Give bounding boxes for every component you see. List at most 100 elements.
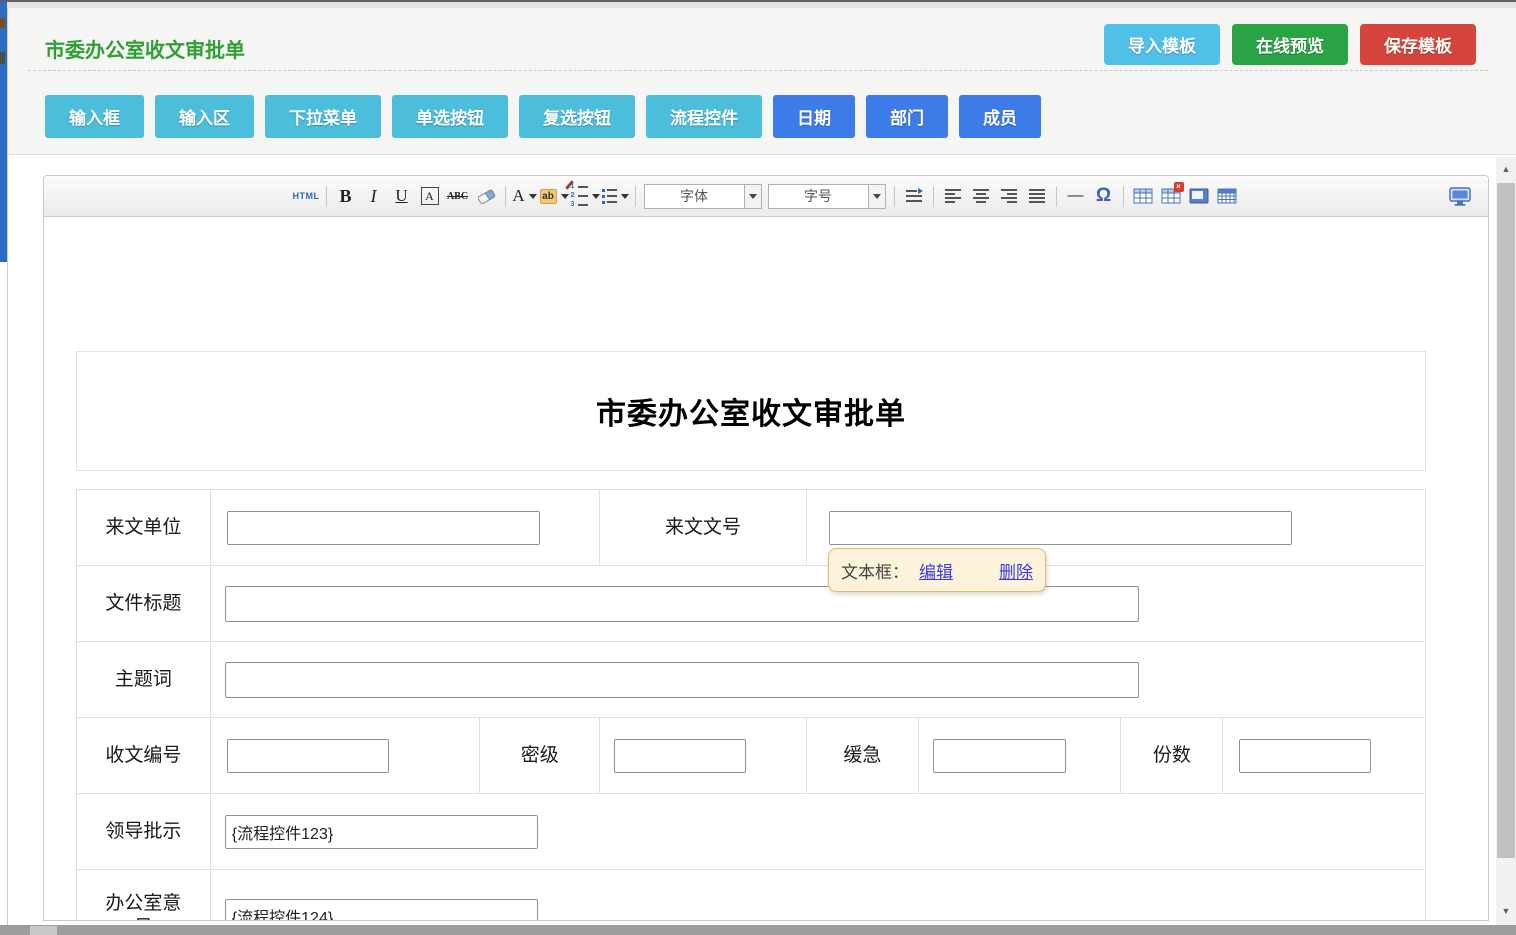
- list-number: 3: [571, 202, 576, 208]
- tooltip-delete-link[interactable]: 删除: [999, 558, 1033, 583]
- toolbar-separator: [894, 186, 895, 207]
- input-cell: [918, 718, 1121, 793]
- secret-level-input[interactable]: [614, 739, 746, 773]
- align-justify-icon: [1028, 188, 1046, 204]
- widget-button-row: 输入框 输入区 下拉菜单 单选按钮 复选按钮 流程控件 日期 部门 成员: [45, 95, 1041, 138]
- widget-button-input-box[interactable]: 输入框: [45, 95, 144, 138]
- list-number: 2: [571, 193, 576, 199]
- font-color-button[interactable]: A: [512, 183, 538, 209]
- table-cells-icon: [1217, 188, 1237, 204]
- save-template-button[interactable]: 保存模板: [1360, 24, 1476, 65]
- font-size-dropdown-button[interactable]: [868, 185, 885, 208]
- vertical-scrollbar[interactable]: ▲ ▼: [1496, 157, 1516, 925]
- font-size-select[interactable]: 字号: [768, 184, 886, 209]
- field-label: 缓急: [843, 744, 881, 768]
- char-border-button[interactable]: A: [417, 183, 443, 209]
- page-title: 市委办公室收文审批单: [45, 34, 245, 63]
- special-char-button[interactable]: Ω: [1091, 183, 1117, 209]
- field-label: 主题词: [115, 668, 172, 692]
- ordered-list-button[interactable]: 1 2 3: [571, 183, 600, 209]
- align-left-icon: [944, 188, 962, 204]
- insert-table-button[interactable]: [1130, 183, 1156, 209]
- office-opinion-input[interactable]: [225, 899, 538, 922]
- field-label: 来文文号: [665, 516, 741, 540]
- bold-button[interactable]: B: [333, 183, 359, 209]
- online-preview-button[interactable]: 在线预览: [1232, 24, 1348, 65]
- leader-comments-input[interactable]: [225, 815, 538, 849]
- horizontal-rule-button[interactable]: —: [1063, 183, 1089, 209]
- table-row: 文件标题: [77, 565, 1425, 641]
- table-cells-button[interactable]: [1214, 183, 1240, 209]
- delete-table-button[interactable]: ×: [1158, 183, 1184, 209]
- widget-button-department[interactable]: 部门: [866, 95, 948, 138]
- widget-button-date[interactable]: 日期: [773, 95, 855, 138]
- align-right-icon: [1000, 188, 1018, 204]
- toolbar-separator: [326, 186, 327, 207]
- widget-button-flow-control[interactable]: 流程控件: [646, 95, 762, 138]
- chevron-down-icon: [529, 194, 537, 199]
- header-actions: 导入模板 在线预览 保存模板: [1104, 24, 1476, 65]
- widget-button-radio[interactable]: 单选按钮: [392, 95, 508, 138]
- scrollbar-thumb[interactable]: [1497, 183, 1515, 858]
- font-family-dropdown-button[interactable]: [744, 185, 761, 208]
- toolbar-separator: [635, 186, 636, 207]
- tooltip-edit-link[interactable]: 编辑: [919, 558, 953, 583]
- editor-document[interactable]: 市委办公室收文审批单 来文单位 来文文号: [44, 217, 1488, 921]
- widget-button-input-area[interactable]: 输入区: [155, 95, 254, 138]
- label-cell: 办公室意见: [77, 870, 210, 921]
- widget-button-member[interactable]: 成员: [959, 95, 1041, 138]
- delete-badge-icon: ×: [1174, 182, 1184, 192]
- label-cell: 主题词: [77, 642, 210, 717]
- italic-icon: I: [371, 186, 377, 207]
- char-border-icon: A: [421, 187, 439, 205]
- align-center-button[interactable]: [968, 183, 994, 209]
- html-source-button[interactable]: HTML: [293, 183, 320, 209]
- source-unit-input[interactable]: [227, 511, 540, 545]
- table-icon: [1133, 188, 1153, 204]
- urgency-input[interactable]: [933, 739, 1066, 773]
- input-cell: [599, 718, 806, 793]
- background-page-strip: [0, 2, 7, 262]
- field-label: 文件标题: [105, 592, 181, 616]
- remove-format-button[interactable]: [473, 183, 499, 209]
- widget-button-checkbox[interactable]: 复选按钮: [519, 95, 635, 138]
- underline-icon: U: [395, 186, 407, 206]
- underline-button[interactable]: U: [389, 183, 415, 209]
- label-cell: 来文文号: [599, 490, 806, 565]
- align-center-icon: [972, 188, 990, 204]
- chevron-down-icon: [561, 194, 569, 199]
- keywords-input[interactable]: [225, 662, 1139, 698]
- copies-input[interactable]: [1239, 739, 1371, 773]
- indent-button[interactable]: [901, 183, 927, 209]
- scrollbar-up-arrow[interactable]: ▲: [1496, 159, 1516, 179]
- chevron-down-icon: [749, 194, 757, 199]
- window-bottom-band: [0, 925, 1516, 935]
- align-justify-button[interactable]: [1024, 183, 1050, 209]
- label-cell: 缓急: [806, 718, 918, 793]
- strikethrough-button[interactable]: ABC: [445, 183, 471, 209]
- tooltip-label: 文本框：: [841, 558, 909, 583]
- rich-text-editor: HTML B I U A ABC: [43, 175, 1489, 921]
- import-template-button[interactable]: 导入模板: [1104, 24, 1220, 65]
- unordered-list-button[interactable]: [602, 183, 629, 209]
- font-family-select[interactable]: 字体: [644, 184, 762, 209]
- receipt-number-input[interactable]: [227, 739, 389, 773]
- italic-button[interactable]: I: [361, 183, 387, 209]
- eraser-icon: [476, 188, 496, 204]
- align-left-button[interactable]: [940, 183, 966, 209]
- field-label: 来文单位: [105, 516, 181, 540]
- fullscreen-button[interactable]: [1447, 183, 1473, 209]
- field-label: 份数: [1153, 744, 1191, 768]
- table-row: 主题词: [77, 641, 1425, 717]
- field-label: 收文编号: [105, 744, 181, 768]
- doc-number-input[interactable]: [829, 511, 1292, 545]
- table-row: 办公室意见: [77, 869, 1425, 921]
- toolbar-separator: [933, 186, 934, 207]
- widget-button-dropdown[interactable]: 下拉菜单: [265, 95, 381, 138]
- field-label: 密级: [521, 744, 559, 768]
- table-properties-button[interactable]: [1186, 183, 1212, 209]
- align-right-button[interactable]: [996, 183, 1022, 209]
- highlight-color-button[interactable]: ab: [540, 183, 569, 209]
- font-size-value: 字号: [769, 186, 868, 206]
- scrollbar-down-arrow[interactable]: ▼: [1496, 901, 1516, 921]
